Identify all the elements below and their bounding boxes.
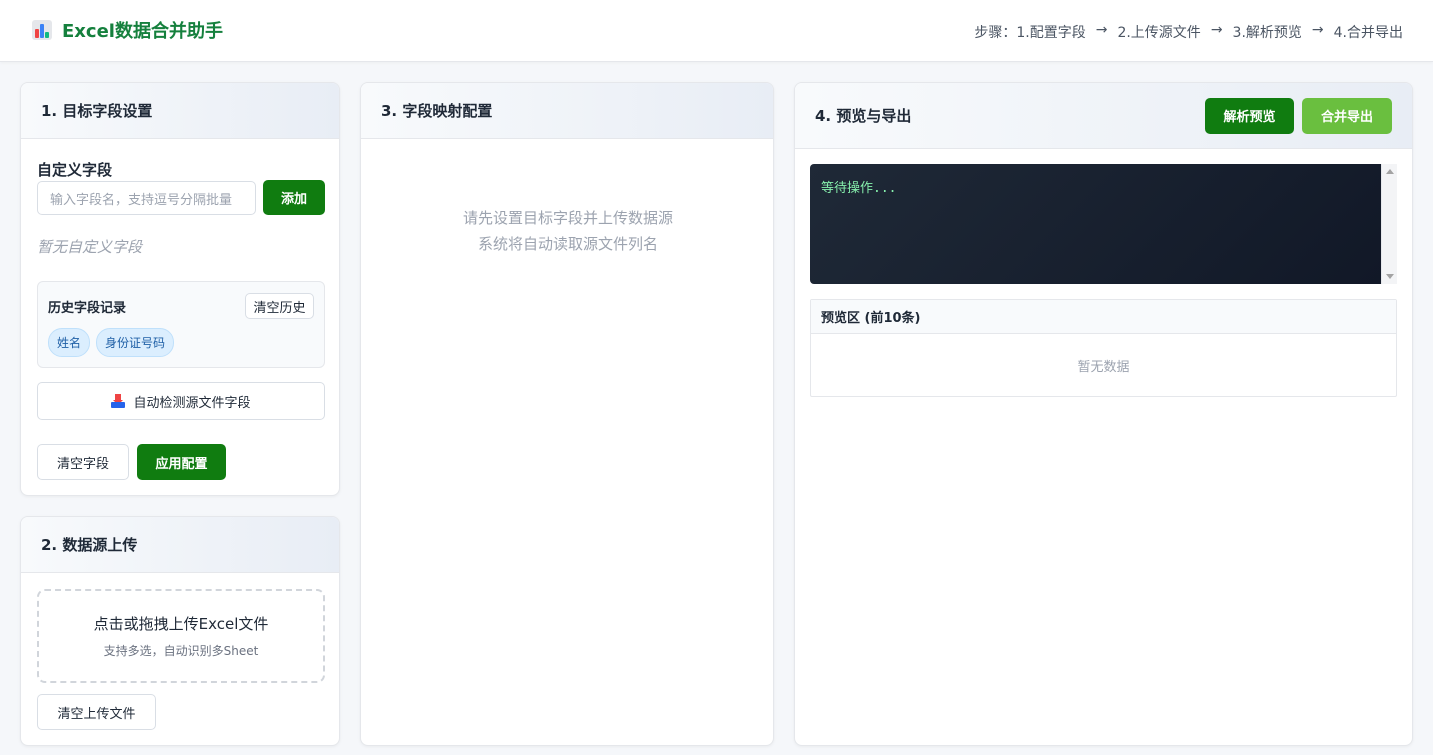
- parse-preview-button[interactable]: 解析预览: [1205, 97, 1294, 134]
- step-arrow: →: [1210, 22, 1223, 38]
- drop-zone-title: 点击或拖拽上传Excel文件: [93, 615, 269, 633]
- step-1: 1.配置字段: [1016, 25, 1086, 41]
- empty-custom-fields-text: 暂无自定义字段: [37, 238, 143, 256]
- auto-detect-label: 自动检测源文件字段: [133, 395, 251, 411]
- data-source-upload-panel: 2. 数据源上传 点击或拖拽上传Excel文件 支持多选，自动识别多Sheet …: [20, 516, 340, 746]
- panel-header: 4. 预览与导出 解析预览 合并导出: [795, 83, 1412, 149]
- auto-detect-fields-button[interactable]: 自动检测源文件字段: [37, 382, 325, 420]
- history-fields-box: 历史字段记录 清空历史 姓名 身份证号码: [37, 281, 325, 368]
- preview-export-panel: 4. 预览与导出 解析预览 合并导出 等待操作... 预览区 (前10条) 暂无…: [794, 82, 1413, 746]
- preview-table: 预览区 (前10条) 暂无数据: [810, 299, 1397, 397]
- step-arrow: →: [1311, 22, 1324, 38]
- history-title: 历史字段记录: [48, 301, 127, 316]
- panel-title: 4. 预览与导出: [815, 107, 912, 125]
- scroll-up-icon[interactable]: [1386, 169, 1394, 174]
- step-2: 2.上传源文件: [1117, 25, 1201, 41]
- drop-zone-hint: 支持多选，自动识别多Sheet: [103, 644, 259, 658]
- step-indicator: 步骤：1.配置字段 → 2.上传源文件 → 3.解析预览 → 4.合并导出: [974, 22, 1403, 42]
- panel-title: 3. 字段映射配置: [361, 83, 773, 139]
- mapping-empty-state: 请先设置目标字段并上传数据源 系统将自动读取源文件列名: [361, 205, 773, 257]
- history-tag[interactable]: 姓名: [48, 328, 91, 357]
- preview-title: 预览区 (前10条): [811, 300, 1396, 334]
- mapping-empty-line-1: 请先设置目标字段并上传数据源: [462, 209, 673, 227]
- target-field-settings-panel: 1. 目标字段设置 自定义字段 输入字段名，支持逗号分隔批量 添加 暂无自定义字…: [20, 82, 340, 496]
- step-arrow: →: [1095, 22, 1108, 38]
- panel-title: 1. 目标字段设置: [21, 83, 339, 139]
- step-4: 4.合并导出: [1333, 25, 1403, 41]
- step-3: 3.解析预览: [1232, 25, 1302, 41]
- apply-config-button[interactable]: 应用配置: [137, 444, 226, 480]
- preview-empty-text: 暂无数据: [1077, 359, 1130, 375]
- bar-chart-icon: [32, 20, 52, 40]
- mapping-empty-line-2: 系统将自动读取源文件列名: [477, 235, 658, 253]
- top-bar: Excel数据合并助手 步骤：1.配置字段 → 2.上传源文件 → 3.解析预览…: [0, 0, 1433, 62]
- clear-fields-button[interactable]: 清空字段: [37, 444, 129, 480]
- app-logo: Excel数据合并助手: [32, 17, 223, 43]
- file-drop-zone[interactable]: 点击或拖拽上传Excel文件 支持多选，自动识别多Sheet: [37, 589, 325, 683]
- custom-field-label: 自定义字段: [37, 161, 113, 179]
- clear-uploads-button[interactable]: 清空上传文件: [37, 694, 156, 730]
- console-scrollbar[interactable]: [1381, 164, 1397, 284]
- add-field-button[interactable]: 添加: [263, 180, 325, 215]
- clear-history-button[interactable]: 清空历史: [245, 293, 314, 319]
- app-title: Excel数据合并助手: [62, 21, 223, 42]
- log-console[interactable]: 等待操作...: [810, 164, 1381, 284]
- field-mapping-panel: 3. 字段映射配置 请先设置目标字段并上传数据源 系统将自动读取源文件列名: [360, 82, 774, 746]
- scroll-down-icon[interactable]: [1386, 274, 1394, 279]
- download-icon: [111, 394, 126, 408]
- history-tag[interactable]: 身份证号码: [96, 328, 175, 357]
- steps-label: 步骤：: [974, 25, 1017, 41]
- field-name-input[interactable]: 输入字段名，支持逗号分隔批量: [37, 181, 256, 215]
- merge-export-button[interactable]: 合并导出: [1302, 97, 1392, 134]
- panel-title: 2. 数据源上传: [21, 517, 339, 573]
